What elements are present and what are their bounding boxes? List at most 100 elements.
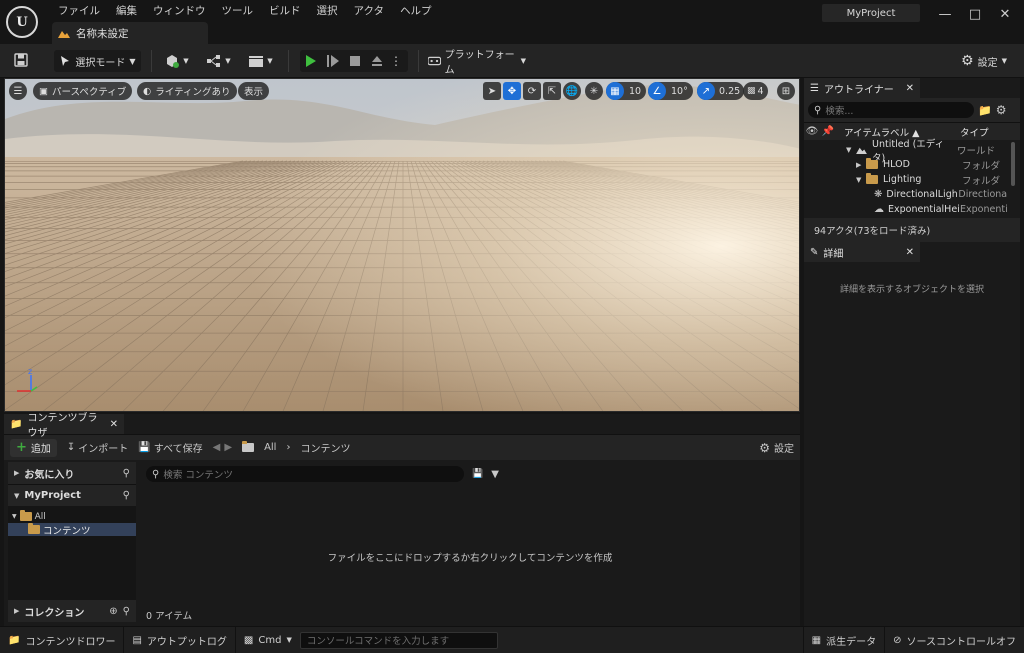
select-mode-dropdown[interactable]: 選択モード ▼ — [54, 50, 141, 72]
lighting-mode-button[interactable]: ◐ ライティングあり — [137, 82, 237, 100]
menu-actor[interactable]: アクタ — [346, 2, 393, 20]
collections-section[interactable]: ▶ コレクション ⊕ ⚲ — [8, 600, 136, 622]
cmd-dropdown[interactable]: ▩ Cmd ▼ — [236, 627, 300, 653]
step-icon[interactable] — [322, 55, 344, 67]
add-actor-button[interactable]: ▼ — [162, 50, 192, 72]
close-icon[interactable]: ✕ — [110, 419, 118, 430]
settings-dropdown[interactable]: ⚙ 設定 ▼ — [955, 50, 1013, 72]
outliner-status: 94アクタ(73をロード済み) — [804, 218, 1020, 242]
project-section[interactable]: ▼ MyProject ⚲ — [8, 484, 136, 506]
folder-tree-all[interactable]: ▼ All — [8, 510, 136, 523]
save-search-icon[interactable]: 💾 — [472, 469, 483, 479]
world-local-icon[interactable]: 🌐 — [563, 82, 581, 100]
tree-row-hlod[interactable]: ▶ HLOD フォルダ — [804, 157, 1020, 172]
viewport-layout-icon[interactable]: ⊞ — [777, 82, 795, 100]
menu-help[interactable]: ヘルプ — [392, 2, 440, 20]
grid-snap-toggle[interactable]: ▦ 10 — [606, 82, 647, 100]
search-icon[interactable]: ⚲ — [123, 468, 130, 479]
folder-icon[interactable] — [242, 441, 255, 452]
play-icon[interactable] — [300, 55, 322, 67]
derived-data-icon: ▦ — [811, 634, 822, 646]
menu-file[interactable]: ファイル — [50, 2, 108, 20]
derived-data-button[interactable]: ▦ 派生データ — [802, 626, 886, 653]
search-icon[interactable]: ⚲ — [123, 606, 130, 617]
gear-icon[interactable]: ⚙ — [996, 103, 1007, 117]
forward-icon[interactable]: ▶ — [224, 442, 232, 453]
unreal-logo-icon[interactable]: U — [6, 6, 38, 38]
stop-icon[interactable] — [344, 56, 366, 66]
chevron-down-icon: ▼ — [520, 57, 526, 65]
path-root[interactable]: All — [264, 442, 276, 453]
camera-icon: ▩ — [747, 86, 756, 96]
outliner-scrollbar[interactable] — [1011, 142, 1015, 186]
console-command-input[interactable]: コンソールコマンドを入力します — [299, 631, 498, 649]
outliner-search-row: ⚲ 検索... 📁 ⚙ — [804, 98, 1020, 122]
folder-open-icon — [866, 173, 878, 184]
details-tab[interactable]: ✎ 詳細 ✕ — [804, 242, 920, 262]
menu-select[interactable]: 選択 — [309, 2, 346, 20]
minimize-button[interactable]: — — [930, 4, 960, 24]
folder-tree-content[interactable]: コンテンツ — [8, 523, 136, 537]
show-button[interactable]: 表示 — [238, 82, 270, 100]
tree-row-label: Lighting — [883, 174, 922, 185]
back-icon[interactable]: ◀ — [213, 442, 221, 453]
save-icon[interactable] — [12, 51, 30, 69]
level-icon — [58, 31, 70, 38]
rotate-tool-icon[interactable]: ⟳ — [523, 82, 541, 100]
camera-speed-button[interactable]: ▩ 4 — [743, 82, 768, 100]
asset-view[interactable]: ⚲ 検索 コンテンツ 💾 ▼ ファイルをここにドロップするか右クリックしてコンテ… — [140, 462, 800, 626]
eye-icon[interactable]: 👁 — [804, 126, 820, 137]
tree-row-world[interactable]: ▼ Untitled (エディタ) ワールド — [804, 139, 1020, 164]
cinematics-button[interactable]: ▼ — [246, 50, 276, 72]
rotation-snap-toggle[interactable]: ∠ 10° — [648, 82, 693, 100]
output-log-button[interactable]: ▤ アウトプットログ — [124, 626, 236, 653]
save-all-button[interactable]: 💾 すべて保存 — [138, 440, 202, 455]
chevron-down-icon: ▼ — [14, 491, 20, 500]
tree-row-directional-light[interactable]: ❋ DirectionalLight Directiona — [804, 187, 1020, 202]
select-tool-icon[interactable]: ➤ — [483, 82, 501, 100]
content-drawer-button[interactable]: 📁 コンテンツドロワー — [0, 626, 125, 653]
content-browser-tab[interactable]: 📁 コンテンツブラウザ ✕ — [4, 413, 124, 439]
add-collection-icon[interactable]: ⊕ — [109, 606, 117, 617]
source-control-button[interactable]: ⊘ ソースコントロールオフ — [885, 627, 1024, 653]
platforms-label: プラットフォーム — [444, 50, 515, 76]
outliner-tab[interactable]: ☰ アウトライナー ✕ — [804, 78, 920, 98]
menu-build[interactable]: ビルド — [261, 2, 309, 20]
surface-snap-icon[interactable]: ✳ — [585, 82, 603, 100]
add-folder-icon[interactable]: 📁 — [978, 104, 992, 117]
asset-search-input[interactable]: ⚲ 検索 コンテンツ — [146, 466, 464, 482]
favorites-section[interactable]: ▶ お気に入り ⚲ — [8, 462, 136, 484]
path-current[interactable]: コンテンツ — [300, 440, 350, 455]
level-document-tab[interactable]: 名称未設定 — [52, 22, 208, 44]
scale-tool-icon[interactable]: ⇱ — [543, 82, 561, 100]
move-tool-icon[interactable]: ✥ — [503, 82, 521, 100]
search-icon[interactable]: ⚲ — [123, 490, 130, 501]
level-viewport[interactable]: ☰ ▣ パースペクティブ ◐ ライティングあり 表示 ➤ ✥ ⟳ ⇱ 🌐 ✳ ▦… — [4, 78, 800, 412]
viewport-menu-icon[interactable]: ☰ — [9, 82, 27, 100]
more-options-icon[interactable]: ⋮ — [388, 54, 404, 68]
menu-tools[interactable]: ツール — [214, 2, 262, 20]
column-type[interactable]: タイプ — [956, 125, 989, 139]
pin-icon[interactable]: 📌 — [820, 126, 836, 137]
close-window-button[interactable]: ✕ — [990, 4, 1020, 24]
menu-edit[interactable]: 編集 — [108, 2, 145, 20]
content-settings-button[interactable]: ⚙ 設定 — [759, 440, 794, 456]
menu-window[interactable]: ウィンドウ — [145, 2, 214, 20]
eject-icon[interactable] — [366, 55, 388, 67]
chevron-right-icon: ▶ — [14, 607, 20, 615]
blueprint-button[interactable]: ▼ — [204, 50, 234, 72]
tree-row-lighting[interactable]: ▼ Lighting フォルダ — [804, 172, 1020, 187]
close-icon[interactable]: ✕ — [906, 247, 914, 258]
maximize-button[interactable]: □ — [960, 4, 990, 24]
platforms-dropdown[interactable]: プラットフォーム ▼ — [428, 50, 526, 76]
add-button[interactable]: + 追加 — [10, 438, 57, 457]
outliner-search-input[interactable]: ⚲ 検索... — [808, 102, 974, 118]
tree-row-exponential-fog[interactable]: ☁ ExponentialHeig Exponenti — [804, 202, 1020, 217]
close-icon[interactable]: ✕ — [906, 83, 914, 94]
folder-open-icon — [19, 510, 32, 521]
perspective-button[interactable]: ▣ パースペクティブ — [33, 82, 133, 100]
filter-icon[interactable]: ▼ — [491, 469, 499, 480]
camera-speed-value: 4 — [757, 85, 764, 97]
import-button[interactable]: ↧ インポート — [67, 440, 128, 455]
scale-snap-toggle[interactable]: ↗ 0.25 — [697, 82, 745, 100]
